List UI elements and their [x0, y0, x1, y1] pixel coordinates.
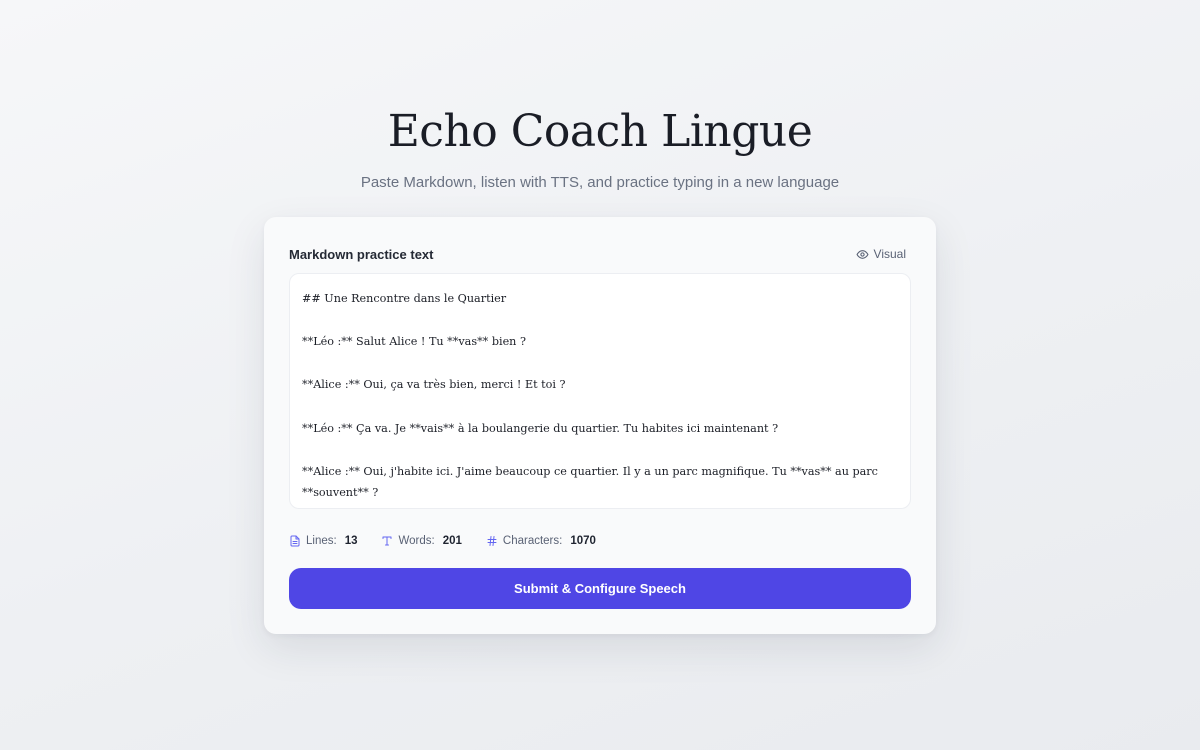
words-stat: Words: 201	[381, 535, 462, 547]
lines-label: Lines:	[306, 535, 337, 547]
text-stats: Lines: 13 Words: 201 Characters: 1070	[289, 535, 596, 547]
markdown-textarea[interactable]: ## Une Rencontre dans le Quartier **Léo …	[289, 273, 911, 509]
editor-line: **Léo :** Ça va. Je **vais** à la boulan…	[302, 421, 779, 435]
card-header: Markdown practice text Visual	[289, 245, 911, 263]
practice-card: Markdown practice text Visual ## Une Ren…	[264, 217, 936, 634]
editor-line: ## Une Rencontre dans le Quartier	[302, 292, 507, 305]
words-value: 201	[442, 535, 462, 547]
hash-icon	[486, 535, 498, 547]
page-title: Echo Coach Lingue	[387, 106, 813, 157]
lines-value: 13	[344, 535, 358, 547]
markdown-content: ## Une Rencontre dans le Quartier **Léo …	[290, 274, 910, 508]
submit-configure-speech-button[interactable]: Submit & Configure Speech	[289, 568, 911, 609]
characters-stat: Characters: 1070	[486, 535, 596, 547]
editor-label: Markdown practice text	[289, 246, 434, 262]
editor-line: **Alice :** Oui, ça va très bien, merci …	[302, 378, 566, 392]
eye-icon	[856, 248, 869, 261]
words-label: Words:	[398, 535, 435, 547]
characters-label: Characters:	[502, 535, 563, 547]
editor-line: **Léo :** Salut Alice ! Tu **vas** bien …	[302, 335, 526, 349]
lines-stat: Lines: 13	[289, 535, 357, 547]
editor-line: **Alice :** Oui, j'habite ici. J'aime be…	[302, 464, 882, 500]
visual-toggle-label: Visual	[873, 247, 906, 261]
document-icon	[289, 535, 301, 547]
text-type-icon	[381, 535, 393, 547]
characters-value: 1070	[570, 535, 596, 547]
visual-toggle-button[interactable]: Visual	[851, 245, 911, 263]
page-subtitle: Paste Markdown, listen with TTS, and pra…	[360, 174, 840, 191]
